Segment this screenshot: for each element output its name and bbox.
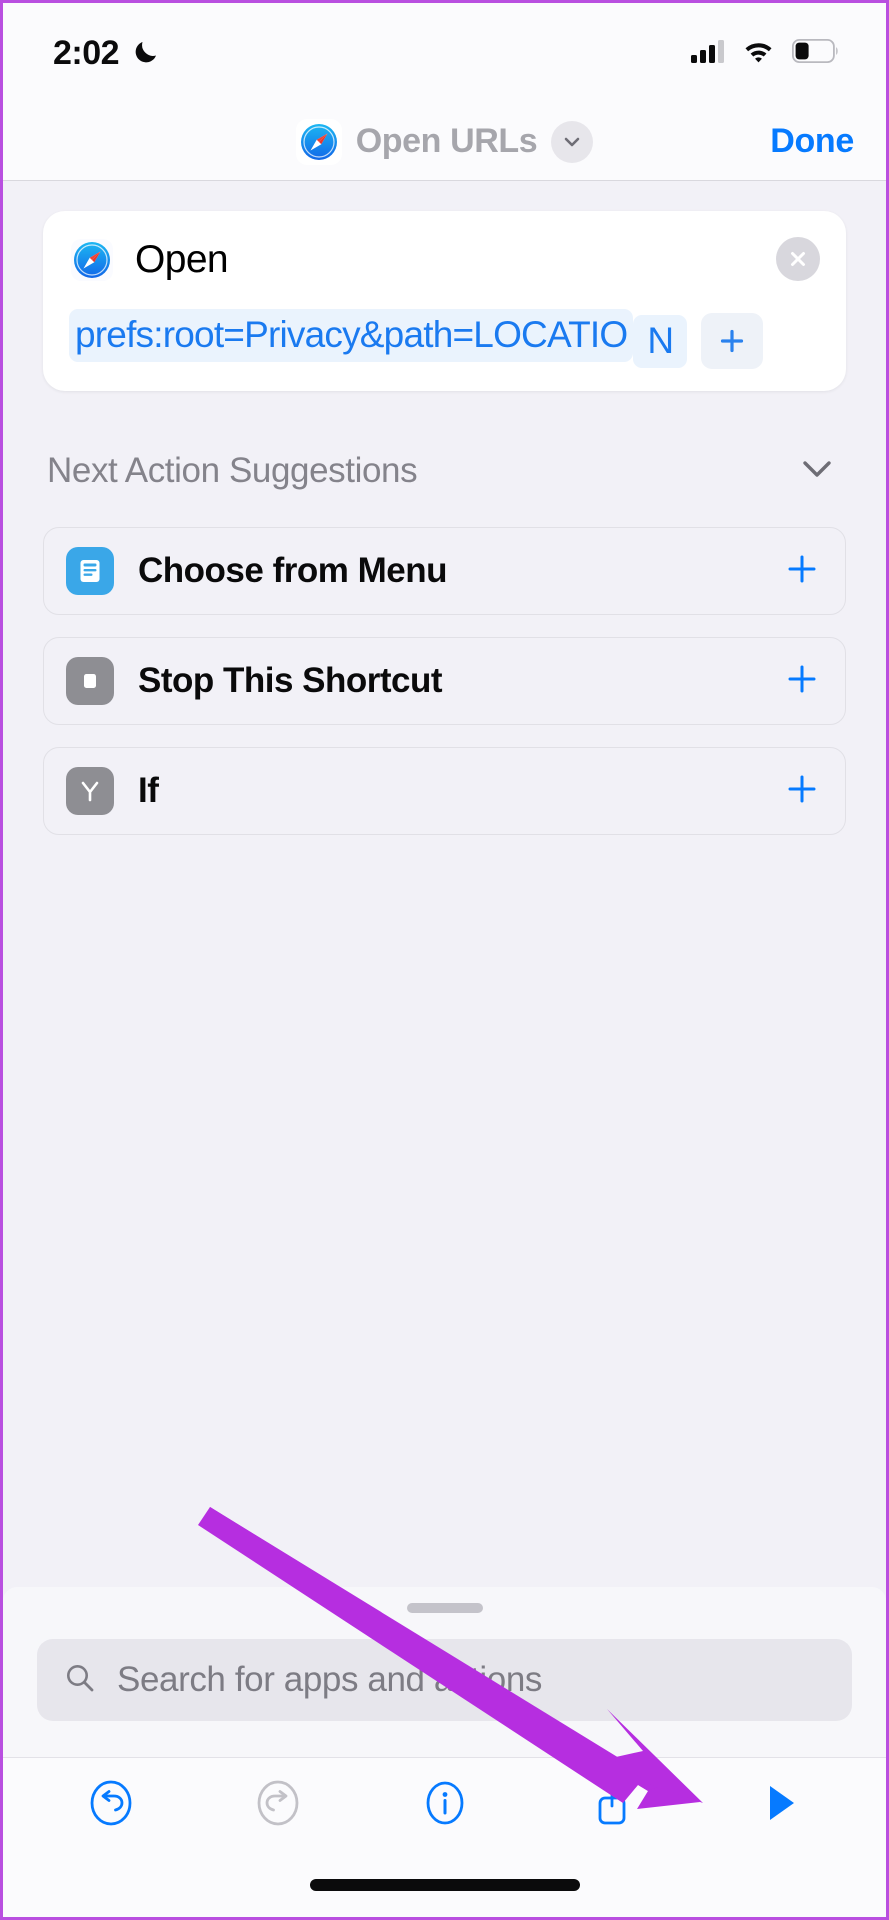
search-input[interactable]: Search for apps and actions bbox=[37, 1639, 852, 1721]
chevron-down-icon[interactable] bbox=[796, 456, 838, 487]
wifi-icon bbox=[742, 39, 775, 68]
next-action-suggestions-header[interactable]: Next Action Suggestions bbox=[43, 451, 846, 491]
status-bar-left: 2:02 bbox=[53, 34, 162, 73]
action-library-sheet: Search for apps and actions bbox=[3, 1587, 886, 1757]
action-verb-label: Open bbox=[135, 238, 229, 281]
suggestion-row-choose-from-menu[interactable]: Choose from Menu bbox=[43, 527, 846, 615]
safari-icon bbox=[295, 118, 342, 165]
crescent-moon-icon bbox=[132, 36, 162, 71]
suggestion-label: Choose from Menu bbox=[138, 551, 447, 590]
cellular-signal-icon bbox=[691, 39, 725, 68]
url-text-line-1[interactable]: prefs:root=Privacy&path=LOCATIO bbox=[69, 308, 634, 362]
chevron-down-icon[interactable] bbox=[551, 120, 594, 163]
search-icon bbox=[63, 1661, 97, 1700]
status-time: 2:02 bbox=[53, 33, 120, 72]
menu-list-icon bbox=[66, 547, 114, 595]
branch-icon bbox=[66, 767, 114, 815]
shortcut-title-button[interactable]: Open URLs bbox=[295, 118, 594, 165]
redo-button[interactable] bbox=[236, 1761, 320, 1845]
action-card-open-url[interactable]: Open prefs:root=Privacy&path=LOCATIO N bbox=[43, 211, 846, 391]
battery-icon bbox=[791, 38, 840, 68]
safari-icon bbox=[69, 237, 115, 283]
suggestion-row-if[interactable]: If bbox=[43, 747, 846, 835]
done-button[interactable]: Done bbox=[770, 122, 854, 161]
close-circle-icon[interactable] bbox=[776, 237, 820, 281]
plus-icon[interactable] bbox=[785, 552, 819, 591]
drag-handle[interactable] bbox=[406, 1603, 483, 1613]
phone-screen: 2:02 Open URLs Done Open prefs:root=Priv… bbox=[0, 0, 889, 1920]
url-text-line-2[interactable]: N bbox=[633, 314, 688, 368]
action-card-header: Open bbox=[69, 237, 820, 283]
suggestion-row-stop-this-shortcut[interactable]: Stop This Shortcut bbox=[43, 637, 846, 725]
url-parameter-field[interactable]: prefs:root=Privacy&path=LOCATIO N bbox=[69, 301, 820, 369]
nav-bar: Open URLs Done bbox=[3, 103, 886, 181]
undo-button[interactable] bbox=[69, 1761, 153, 1845]
plus-icon[interactable] bbox=[701, 313, 764, 369]
suggestion-label: If bbox=[138, 771, 159, 810]
suggestions-list: Choose from Menu Stop This Shortcut If bbox=[43, 527, 846, 835]
home-indicator bbox=[309, 1879, 580, 1891]
status-bar: 2:02 bbox=[3, 3, 886, 103]
plus-icon[interactable] bbox=[785, 772, 819, 811]
info-button[interactable] bbox=[403, 1761, 487, 1845]
suggestion-label: Stop This Shortcut bbox=[138, 661, 443, 700]
run-button[interactable] bbox=[737, 1761, 821, 1845]
search-placeholder: Search for apps and actions bbox=[117, 1660, 543, 1699]
page-title: Open URLs bbox=[355, 122, 538, 160]
editor-toolbar bbox=[3, 1757, 886, 1847]
share-button[interactable] bbox=[570, 1761, 654, 1845]
plus-icon[interactable] bbox=[785, 662, 819, 701]
suggestions-title: Next Action Suggestions bbox=[47, 451, 418, 490]
shortcut-editor-content: Open prefs:root=Privacy&path=LOCATIO N N… bbox=[3, 181, 886, 1587]
status-bar-right bbox=[691, 38, 840, 68]
stop-square-icon bbox=[66, 657, 114, 705]
